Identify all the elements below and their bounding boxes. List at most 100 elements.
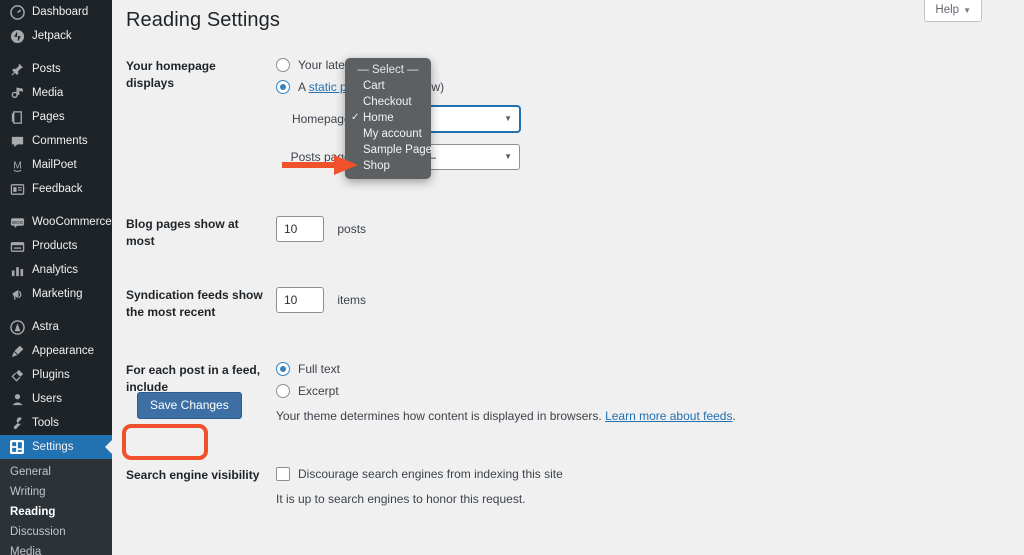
sidebar-item-analytics[interactable]: Analytics <box>0 258 112 282</box>
sidebar-item-label: Jetpack <box>32 30 72 42</box>
blog-pages-unit: posts <box>337 222 367 236</box>
sidebar-separator <box>0 48 112 57</box>
sidebar-item-label: Users <box>32 393 63 405</box>
feed-helper-prefix: Your theme determines how content is dis… <box>276 408 606 423</box>
popup-item-select[interactable]: — Select — <box>345 62 431 78</box>
row-field: Full text Excerpt Your theme determines … <box>276 348 1024 437</box>
checkbox-label: Discourage search engines from indexing … <box>298 466 563 481</box>
row-blog-pages: Blog pages show at most posts <box>112 202 1024 265</box>
row-field: items <box>276 273 1024 336</box>
sidebar-item-products[interactable]: Products <box>0 234 112 258</box>
sidebar-item-dashboard[interactable]: Dashboard <box>0 0 112 24</box>
sidebar-menu-groups: Dashboard Jetpack Posts Media Pages Comments M… <box>0 0 112 435</box>
sidebar-item-label: Dashboard <box>32 6 89 18</box>
feed-helper-text: Your theme determines how content is dis… <box>276 409 1024 423</box>
popup-item-label: Sample Page <box>363 144 433 156</box>
popup-item-sample-page[interactable]: Sample Page <box>345 142 433 158</box>
sidebar-item-posts[interactable]: Posts <box>0 57 112 81</box>
sidebar-item-label: Feedback <box>32 183 83 195</box>
sidebar-item-astra[interactable]: Astra <box>0 315 112 339</box>
submenu-item-general[interactable]: General <box>0 462 112 482</box>
row-field: posts <box>276 202 1024 265</box>
settings-icon <box>8 438 26 456</box>
checkbox-input[interactable] <box>276 466 290 481</box>
sidebar-item-label: WooCommerce <box>32 216 112 228</box>
sidebar-item-label: Products <box>32 240 78 252</box>
sidebar-item-label: Media <box>32 87 64 99</box>
radio-input[interactable] <box>276 361 290 376</box>
sidebar-item-media[interactable]: Media <box>0 81 112 105</box>
posts-page-select-popup[interactable]: — Select — Cart Checkout ✓ Home My account Sam… <box>345 58 433 179</box>
users-icon <box>8 390 26 408</box>
save-changes-button[interactable]: Save Changes <box>137 392 242 420</box>
chevron-down-icon: ▼ <box>504 114 512 123</box>
sidebar-item-jetpack[interactable]: Jetpack <box>0 24 112 48</box>
sidebar-item-feedback[interactable]: Feedback <box>0 177 112 201</box>
svg-text:WOO: WOO <box>11 220 23 225</box>
help-label: Help <box>935 4 960 16</box>
row-label: Your homepage displays <box>126 59 216 91</box>
astra-icon <box>8 318 26 336</box>
sidebar-item-settings[interactable]: Settings <box>0 435 112 459</box>
radio-input[interactable] <box>276 383 290 398</box>
sidebar-item-label: Comments <box>32 135 88 147</box>
row-label: Syndication feeds show the most recent <box>126 287 263 320</box>
check-icon: ✓ <box>351 112 360 123</box>
plugins-icon <box>8 366 26 384</box>
products-icon <box>8 237 26 255</box>
submenu-item-writing[interactable]: Writing <box>0 482 112 502</box>
popup-item-label: Home <box>363 112 394 124</box>
page-title: Reading Settings <box>126 9 280 31</box>
pages-icon <box>8 108 26 126</box>
chevron-down-icon: ▼ <box>963 6 971 15</box>
radio-full-text[interactable]: Full text <box>276 361 1024 376</box>
sidebar-item-appearance[interactable]: Appearance <box>0 339 112 363</box>
sidebar-separator <box>0 306 112 315</box>
feedback-icon <box>8 180 26 198</box>
sidebar-item-marketing[interactable]: Marketing <box>0 282 112 306</box>
sidebar-item-comments[interactable]: Comments <box>0 129 112 153</box>
chevron-down-icon: ▼ <box>504 152 512 161</box>
marketing-icon <box>8 285 26 303</box>
radio-excerpt[interactable]: Excerpt <box>276 383 1024 398</box>
help-button[interactable]: Help ▼ <box>924 0 982 22</box>
sidebar-item-label: Appearance <box>32 345 95 357</box>
popup-item-checkout[interactable]: Checkout <box>345 94 431 110</box>
main-content: Help ▼ Reading Settings Your homepage di… <box>112 0 1024 555</box>
submenu-item-media[interactable]: Media <box>0 542 112 555</box>
popup-item-label: My account <box>363 128 422 140</box>
syndication-unit: items <box>337 292 367 307</box>
sidebar-item-plugins[interactable]: Plugins <box>0 363 112 387</box>
popup-item-shop[interactable]: Shop <box>345 158 431 174</box>
submit-area: Save Changes <box>126 382 253 429</box>
blog-pages-input[interactable] <box>276 216 324 242</box>
sidebar-item-label: Marketing <box>32 288 83 300</box>
popup-item-label: Shop <box>363 160 390 172</box>
radio-label: Full text <box>298 361 341 376</box>
sidebar-item-woocommerce[interactable]: WOO WooCommerce <box>0 210 112 234</box>
reading-settings-form: Your homepage displays Your latest posts… <box>112 44 1024 520</box>
feed-helper-suffix: . <box>732 408 736 423</box>
admin-sidebar: Dashboard Jetpack Posts Media Pages Comments M… <box>0 0 112 555</box>
sidebar-item-label: Settings <box>32 441 74 453</box>
radio-input[interactable] <box>276 58 290 72</box>
tools-icon <box>8 414 26 432</box>
popup-item-cart[interactable]: Cart <box>345 78 431 94</box>
sidebar-item-pages[interactable]: Pages <box>0 105 112 129</box>
learn-more-feeds-link[interactable]: Learn more about feeds <box>605 409 732 423</box>
syndication-input[interactable] <box>276 286 324 313</box>
sidebar-item-mailpoet[interactable]: M MailPoet <box>0 153 112 177</box>
popup-item-home[interactable]: ✓ Home <box>345 110 431 126</box>
sidebar-item-tools[interactable]: Tools <box>0 411 112 435</box>
comments-icon <box>8 132 26 150</box>
radio-input[interactable] <box>276 80 290 94</box>
settings-submenu: General Writing Reading Discussion Media <box>0 459 112 555</box>
row-label: Blog pages show at most <box>126 217 239 249</box>
submenu-item-reading[interactable]: Reading <box>0 502 112 522</box>
row-syndication: Syndication feeds show the most recent i… <box>112 273 1024 336</box>
submenu-item-discussion[interactable]: Discussion <box>0 522 112 542</box>
analytics-icon <box>8 261 26 279</box>
checkbox-discourage-search[interactable]: Discourage search engines from indexing … <box>276 466 1024 481</box>
sidebar-item-users[interactable]: Users <box>0 387 112 411</box>
popup-item-my-account[interactable]: My account <box>345 126 431 142</box>
